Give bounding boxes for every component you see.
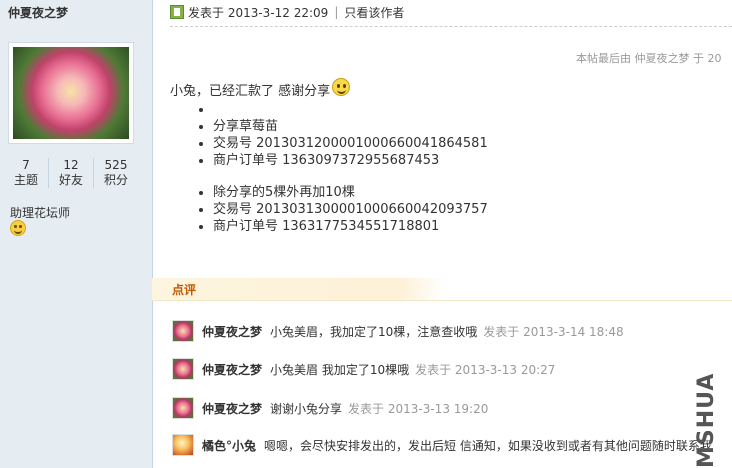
comment-text: 小兔美眉 我加定了10棵哦 [270, 362, 410, 377]
comment-time: 发表于 2013-3-14 18:48 [483, 324, 624, 339]
smiley-icon [332, 77, 351, 96]
comment-divider [152, 300, 732, 301]
comment-author[interactable]: 仲夏夜之梦 [202, 323, 262, 340]
commenter-avatar[interactable] [172, 320, 194, 342]
stat-value: 525 [104, 158, 128, 172]
comment-item: 仲夏夜之梦 小兔美眉，我加定了10棵，注意查收哦 发表于 2013-3-14 1… [172, 318, 624, 344]
comment-text: 谢谢小兔分享 [270, 401, 343, 416]
rose-avatar-image [13, 47, 129, 139]
list-item: 交易号 2013031200001000660041864581 [213, 135, 488, 152]
comment-text: 小兔美眉，我加定了10棵，注意查收哦 [270, 324, 478, 339]
list-gap [213, 169, 488, 184]
stat-value: 12 [63, 158, 79, 172]
message-text: 小兔，已经汇款了 感谢分享 [170, 84, 331, 99]
empty-bullet [213, 101, 488, 118]
user-sidebar: 仲夏夜之梦 7 主题 12 好友 525 积分 助理花坛师 [0, 0, 153, 468]
stat-threads[interactable]: 7 主题 [4, 158, 48, 188]
watermark-text: MSHUA [694, 372, 719, 468]
comment-author[interactable]: 仲夏夜之梦 [202, 400, 262, 417]
post-icon [170, 5, 184, 19]
post-message: 小兔，已经汇款了 感谢分享 [170, 77, 351, 99]
smiley-icon [10, 220, 26, 236]
comment-item: 仲夏夜之梦 谢谢小兔分享 发表于 2013-3-13 19:20 [172, 395, 488, 421]
post-list: 分享草莓苗 交易号 2013031200001000660041864581 商… [198, 101, 488, 235]
list-item: 分享草莓苗 [213, 118, 488, 135]
comment-item: 橘色°小兔 嗯嗯，会尽快安排发出的，发出后短 信通知，如果没收到或者有其他问题随… [172, 432, 718, 458]
author-stats: 7 主题 12 好友 525 积分 [4, 158, 138, 188]
author-only-link[interactable]: 只看该作者 [344, 4, 404, 21]
stat-label: 主题 [13, 173, 38, 187]
list-item: 商户订单号 1363177534551718801 [213, 218, 488, 235]
list-item: 交易号 2013031300001000660042093757 [213, 201, 488, 218]
header-divider [170, 26, 732, 27]
stat-label: 积分 [103, 173, 128, 187]
divider: | [334, 5, 339, 19]
stat-value: 7 [22, 158, 30, 172]
post-time: 发表于 2013-3-12 22:09 [188, 5, 329, 20]
user-group[interactable]: 助理花坛师 [10, 204, 70, 221]
list-item: 除分享的5棵外再加10棵 [213, 184, 488, 201]
commenter-avatar[interactable] [172, 397, 194, 419]
author-name[interactable]: 仲夏夜之梦 [8, 4, 68, 21]
stat-points[interactable]: 525 积分 [93, 158, 138, 188]
comment-author[interactable]: 仲夏夜之梦 [202, 361, 262, 378]
stat-friends[interactable]: 12 好友 [48, 158, 93, 188]
last-edited-note: 本帖最后由 仲夏夜之梦 于 20 [576, 52, 722, 65]
commenter-avatar[interactable] [172, 434, 194, 456]
author-avatar[interactable] [8, 42, 134, 144]
list-item: 商户订单号 1363097372955687453 [213, 152, 488, 169]
watermark: MSHUA [692, 350, 722, 468]
stat-label: 好友 [58, 173, 83, 187]
commenter-avatar[interactable] [172, 358, 194, 380]
comment-author[interactable]: 橘色°小兔 [202, 437, 256, 454]
comment-text: 嗯嗯，会尽快安排发出的，发出后短 信通知，如果没收到或者有其他问题随时联系我 [264, 438, 712, 453]
post-header: 发表于 2013-3-12 22:09 | 只看该作者 [170, 2, 404, 22]
comment-item: 仲夏夜之梦 小兔美眉 我加定了10棵哦 发表于 2013-3-13 20:27 [172, 356, 555, 382]
comment-time: 发表于 2013-3-13 20:27 [415, 362, 556, 377]
comment-section-title: 点评 [172, 283, 197, 297]
comment-time: 发表于 2013-3-13 19:20 [348, 401, 489, 416]
